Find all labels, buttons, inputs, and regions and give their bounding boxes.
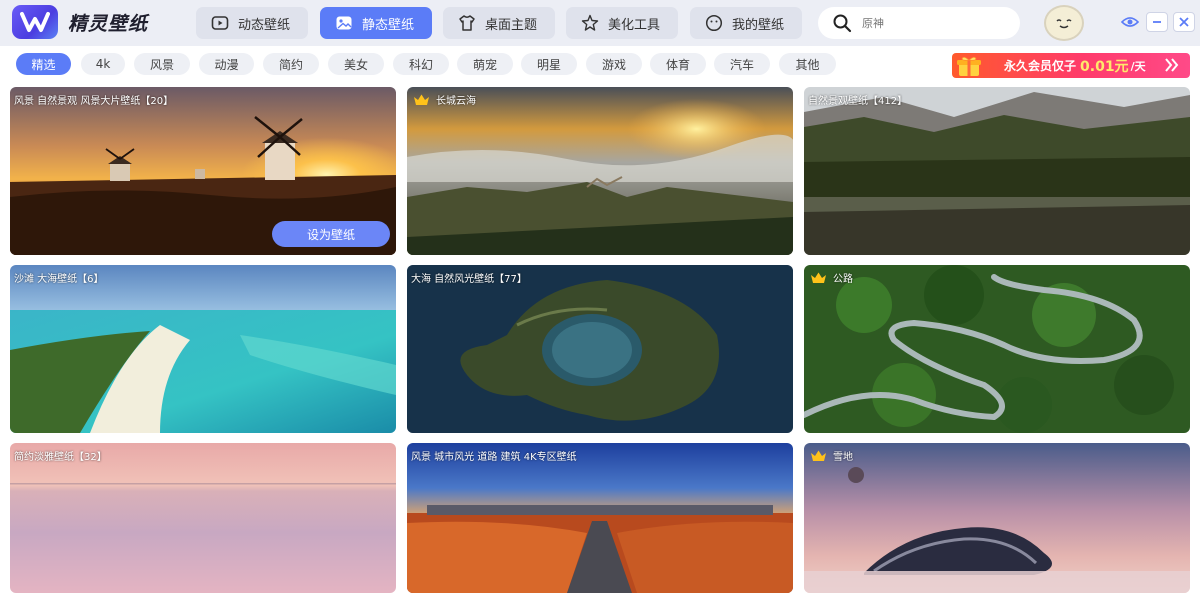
wallpaper-title: 公路 [808, 270, 853, 285]
wallpaper-thumbnail [407, 443, 793, 593]
wallpaper-card[interactable]: 风景 自然景观 风景大片壁纸【20】 设为壁纸 [10, 87, 396, 255]
title-bar: 精灵壁纸 动态壁纸 静态壁纸 桌面主题 美化工具 我的壁纸 [0, 0, 1200, 46]
tab-label: 我的壁纸 [732, 17, 785, 33]
crown-icon [414, 94, 429, 105]
image-icon [334, 13, 354, 33]
category-beauty[interactable]: 美女 [328, 53, 384, 75]
wallpaper-card[interactable]: 公路 [804, 265, 1190, 433]
category-games[interactable]: 游戏 [586, 53, 642, 75]
wallpaper-card[interactable]: 沙滩 大海壁纸【6】 [10, 265, 396, 433]
logo-icon [12, 5, 58, 39]
double-chevron-right-icon [1165, 58, 1179, 72]
play-icon [210, 13, 230, 33]
star-icon [580, 13, 600, 33]
eye-icon[interactable] [1119, 12, 1141, 32]
search-input[interactable] [862, 16, 1002, 30]
category-other[interactable]: 其他 [779, 53, 836, 75]
tab-label: 桌面主题 [485, 17, 538, 33]
category-featured[interactable]: 精选 [16, 53, 71, 75]
wallpaper-title: 沙滩 大海壁纸【6】 [14, 274, 104, 285]
tab-my-wallpaper[interactable]: 我的壁纸 [690, 7, 802, 39]
category-cars[interactable]: 汽车 [714, 53, 770, 75]
tab-desktop-theme[interactable]: 桌面主题 [443, 7, 555, 39]
category-scenery[interactable]: 风景 [134, 53, 190, 75]
tab-label: 静态壁纸 [362, 17, 415, 33]
gift-icon [957, 56, 981, 76]
wallpaper-title: 大海 自然风光壁纸【77】 [411, 274, 527, 285]
category-anime[interactable]: 动漫 [199, 53, 254, 75]
promo-price: 0.01元 [1080, 58, 1129, 75]
wallpaper-thumbnail [10, 265, 396, 433]
tab-static-wallpaper[interactable]: 静态壁纸 [320, 7, 432, 39]
wallpaper-title: 风景 城市风光 道路 建筑 4K专区壁纸 [411, 452, 577, 463]
tab-label: 动态壁纸 [238, 17, 291, 33]
wallpaper-title: 雪地 [808, 448, 853, 463]
wallpaper-title: 自然景观壁纸【412】 [808, 96, 908, 107]
wallpaper-thumbnail [407, 87, 793, 255]
wallpaper-thumbnail [804, 443, 1190, 593]
wallpaper-thumbnail [10, 443, 396, 593]
app-title: 精灵壁纸 [68, 12, 149, 35]
minimize-icon[interactable] [1146, 12, 1168, 32]
wallpaper-thumbnail [804, 265, 1190, 433]
category-scifi[interactable]: 科幻 [393, 53, 449, 75]
wallpaper-title: 长城云海 [411, 92, 476, 107]
wallpaper-thumbnail [407, 265, 793, 433]
tab-dynamic-wallpaper[interactable]: 动态壁纸 [196, 7, 308, 39]
wallpaper-title: 简约淡雅壁纸【32】 [14, 452, 107, 463]
category-sports[interactable]: 体育 [650, 53, 706, 75]
category-4k[interactable]: 4k [81, 53, 125, 75]
tab-beautify-tools[interactable]: 美化工具 [566, 7, 678, 39]
category-celebrity[interactable]: 明星 [521, 53, 577, 75]
shirt-icon [457, 13, 477, 33]
search-icon [833, 14, 852, 33]
wallpaper-card[interactable]: 雪地 [804, 443, 1190, 593]
wallpaper-card[interactable]: 长城云海 [407, 87, 793, 255]
avatar[interactable] [1044, 5, 1084, 41]
wallpaper-thumbnail [804, 87, 1190, 255]
wallpaper-card[interactable]: 自然景观壁纸【412】 [804, 87, 1190, 255]
app-logo: 精灵壁纸 [12, 5, 148, 39]
tab-label: 美化工具 [608, 17, 661, 33]
category-pets[interactable]: 萌宠 [457, 53, 513, 75]
set-wallpaper-button[interactable]: 设为壁纸 [272, 221, 390, 247]
promo-unit: /天 [1130, 59, 1146, 73]
wallpaper-card[interactable]: 简约淡雅壁纸【32】 [10, 443, 396, 593]
crown-icon [811, 272, 826, 283]
crown-icon [811, 450, 826, 461]
close-icon[interactable] [1173, 12, 1195, 32]
wallpaper-title: 风景 自然景观 风景大片壁纸【20】 [14, 96, 174, 107]
smile-icon [704, 13, 724, 33]
vip-promo-banner[interactable]: 永久会员仅子 0.01元 /天 [952, 53, 1190, 78]
search-box[interactable] [818, 7, 1020, 39]
wallpaper-card[interactable]: 大海 自然风光壁纸【77】 [407, 265, 793, 433]
promo-text: 永久会员仅子 [1004, 59, 1077, 73]
category-minimal[interactable]: 简约 [263, 53, 319, 75]
wallpaper-card[interactable]: 风景 城市风光 道路 建筑 4K专区壁纸 [407, 443, 793, 593]
